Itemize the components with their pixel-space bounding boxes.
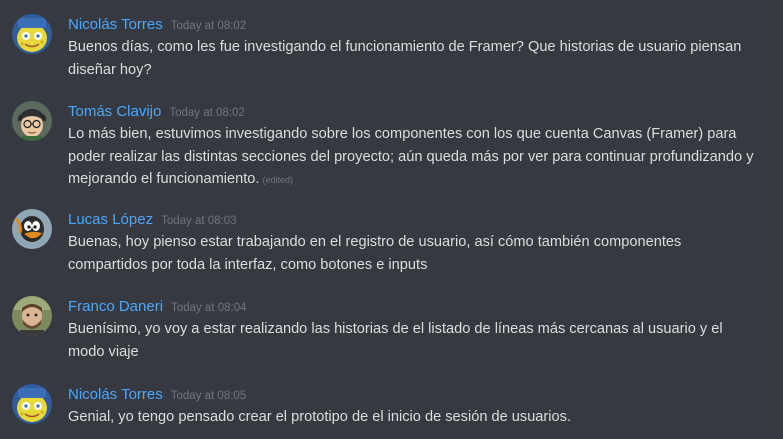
message-text: Buenos días, como les fue investigando e… [68,39,742,78]
timestamp: Today at 08:05 [170,390,247,402]
cartoon-avatar-icon [12,101,52,141]
author-name[interactable]: Tomás Clavijo [68,103,161,120]
message-text: Genial, yo tengo pensado crear el protot… [68,409,571,425]
message-header: Lucas López Today at 08:03 [68,209,237,231]
avatar[interactable] [12,296,52,336]
photo-avatar-icon [12,296,52,336]
message-content: Genial, yo tengo pensado crear el protot… [68,406,758,429]
message-text: Lo más bien, estuvimos investigando sobr… [68,126,754,187]
timestamp: Today at 08:03 [161,215,237,227]
avatar[interactable] [12,384,52,424]
author-name[interactable]: Franco Daneri [68,298,163,315]
message-content: Buenos días, como les fue investigando e… [68,36,758,81]
message-header: Tomás Clavijo Today at 08:02 [68,101,245,123]
author-name[interactable]: Lucas López [68,211,153,228]
message-content: Lo más bien, estuvimos investigando sobr… [68,123,758,192]
author-name[interactable]: Nicolás Torres [68,16,163,33]
avatar[interactable] [12,101,52,141]
message-header: Franco Daneri Today at 08:04 [68,296,247,318]
avatar[interactable] [12,14,52,54]
author-name[interactable]: Nicolás Torres [68,386,163,403]
avatar[interactable] [12,209,52,249]
timestamp: Today at 08:04 [171,302,247,314]
duck-avatar-icon [12,209,52,249]
timestamp: Today at 08:02 [170,20,247,32]
timestamp: Today at 08:02 [169,107,245,119]
sponge-avatar-icon [12,384,52,424]
chat-messages: Nicolás Torres Today at 08:02 Buenos días… [0,0,783,439]
message-text: Buenas, hoy pienso estar trabajando en e… [68,234,682,273]
message-content: Buenísimo, yo voy a estar realizando las… [68,318,758,363]
message-text: Buenísimo, yo voy a estar realizando las… [68,321,723,360]
message-header: Nicolás Torres Today at 08:05 [68,384,246,406]
edited-indicator: (edited) [262,175,293,185]
message-content: Buenas, hoy pienso estar trabajando en e… [68,231,758,276]
sponge-avatar-icon [12,14,52,54]
message-header: Nicolás Torres Today at 08:02 [68,14,246,36]
